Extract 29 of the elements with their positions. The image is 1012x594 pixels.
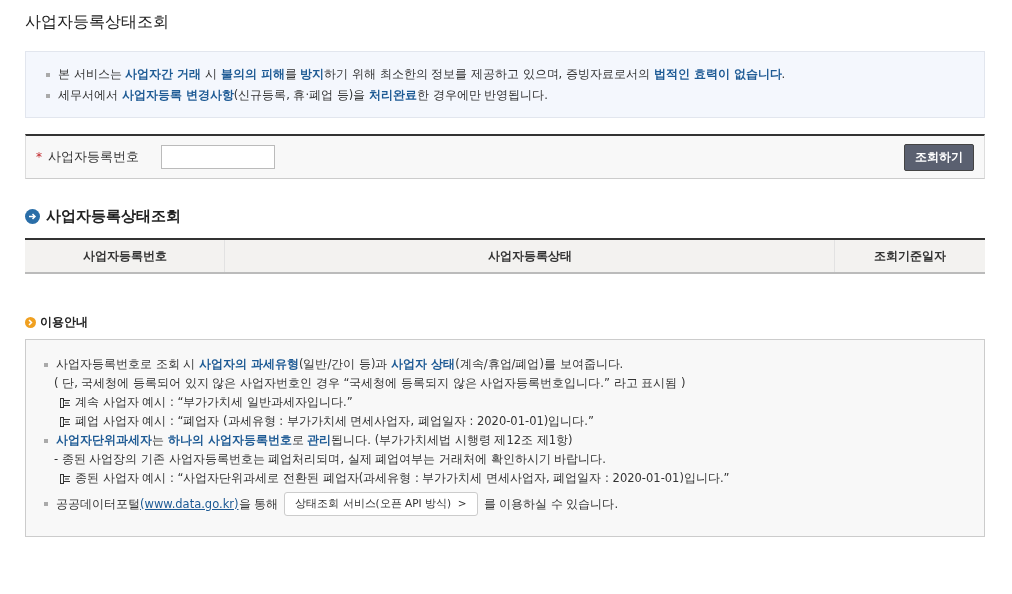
- api-service-button[interactable]: 상태조회 서비스(오픈 API 방식) >: [284, 492, 478, 516]
- required-mark: *: [36, 150, 42, 164]
- page-title: 사업자등록상태조회: [25, 12, 170, 33]
- example-text: 계속 사업자 예시 : “부가가치세 일반과세자입니다.”: [75, 394, 353, 411]
- guide-text: 를 이용하실 수 있습니다.: [483, 495, 619, 513]
- portal-link[interactable]: (www.data.go.kr): [140, 495, 239, 513]
- guide-note: - 종된 사업장의 기존 사업자등록번호는 폐업처리되며, 실제 폐업여부는 거래처에 확인하시기 바랍니다.: [54, 451, 607, 468]
- guide-text: 을 통해: [238, 495, 279, 513]
- note-icon: [60, 397, 71, 408]
- guide-title: 이용안내: [40, 314, 88, 331]
- example-text: 폐업 사업자 예시 : “폐업자 (과세유형 : 부가가치세 면세사업자, 폐업일자 : 2020-01-01)입니다.”: [75, 413, 594, 430]
- field-label: 사업자등록번호: [48, 148, 139, 166]
- guide-text: 사업자등록번호로 조회 시 사업자의 과세유형(일반/간이 등)과 사업자 상태(계속/휴업/폐업)를 보여줍니다.: [56, 356, 624, 373]
- business-number-field[interactable]: [161, 145, 275, 169]
- note-icon: [60, 473, 71, 484]
- column-header: 사업자등록번호: [25, 240, 225, 272]
- chevron-circle-icon: [25, 317, 36, 328]
- notice-text: 세무서에서 사업자등록 변경사항(신규등록, 휴·폐업 등)을 처리완료한 경우에만 반영됩니다.: [58, 87, 548, 104]
- note-icon: [60, 416, 71, 427]
- arrow-circle-icon: [25, 209, 40, 224]
- guide-note: ( 단, 국세청에 등록되어 있지 않은 사업자번호인 경우 “국세청에 등록되지 않은 사업자등록번호입니다.” 라고 표시됨 ): [54, 375, 686, 392]
- notice-text: 본 서비스는 사업자간 거래 시 불의의 피해를 방지하기 위해 최소한의 정보를 제공하고 있으며, 증빙자료로서의 법적인 효력이 없습니다.: [58, 66, 786, 83]
- example-text: 종된 사업자 예시 : “사업자단위과세로 전환된 폐업자(과세유형 : 부가가치세 면세사업자, 폐업일자 : 2020-01-01)입니다.”: [75, 470, 730, 487]
- section-title: 사업자등록상태조회: [46, 207, 181, 226]
- column-header: 조회기준일자: [873, 248, 947, 265]
- search-button[interactable]: 조회하기: [904, 143, 974, 171]
- guide-text: 사업자단위과세자는 하나의 사업자등록번호로 관리됩니다. (부가가치세법 시행령 제12조 제1항): [56, 432, 573, 449]
- guide-text: 공공데이터포털: [56, 495, 140, 513]
- column-header: 사업자등록상태: [225, 240, 835, 272]
